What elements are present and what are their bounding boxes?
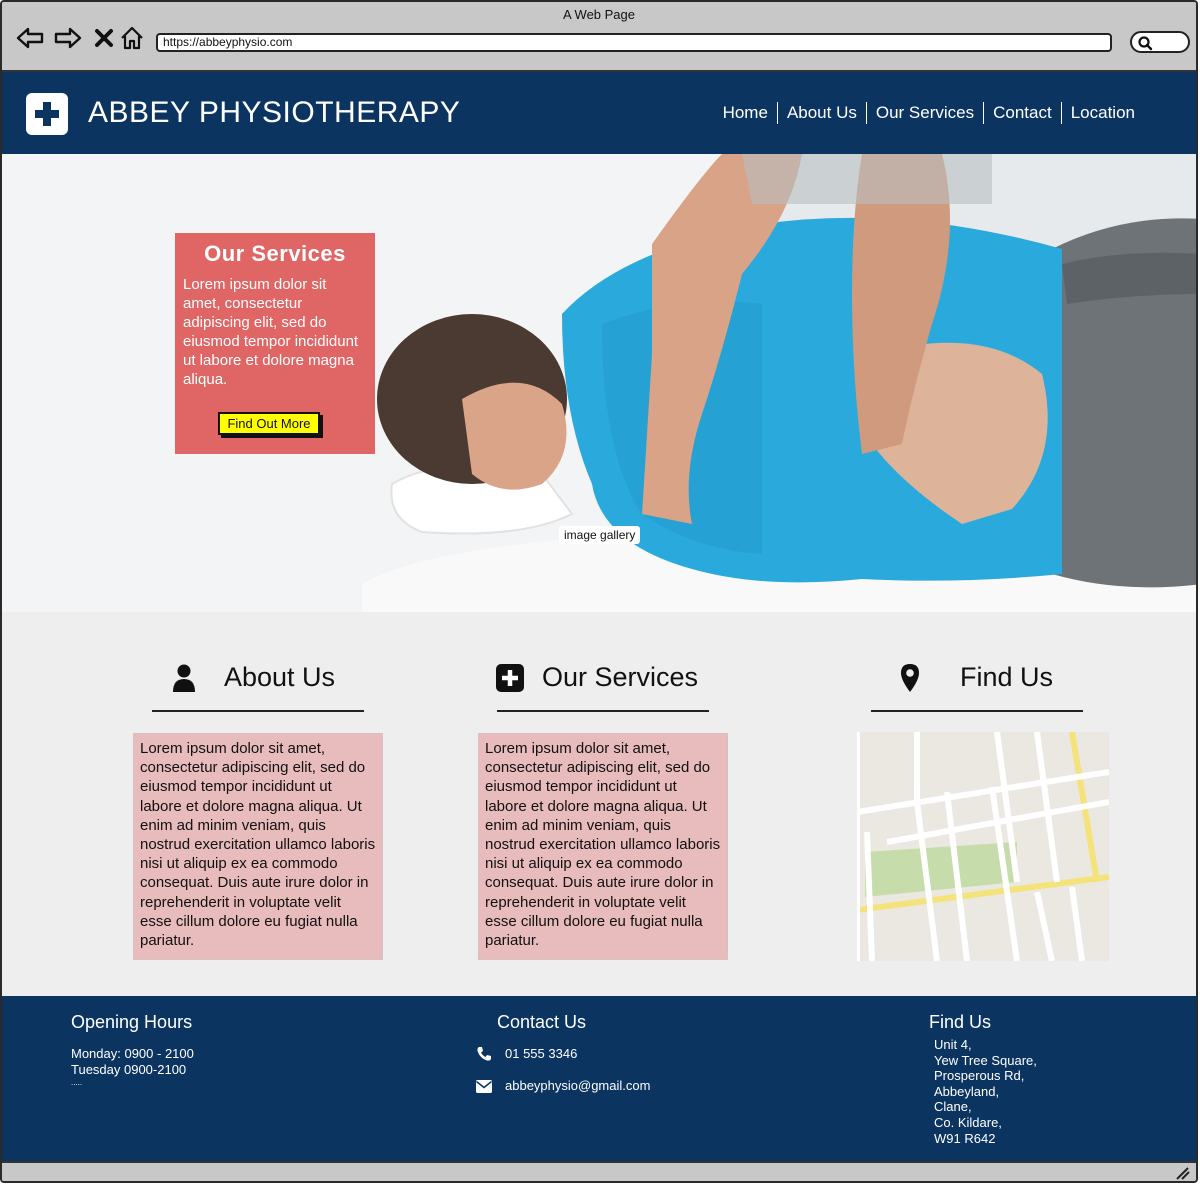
window-title: A Web Page <box>562 7 636 22</box>
our-services-divider <box>497 710 709 712</box>
back-arrow-icon[interactable] <box>16 24 44 52</box>
address-line: Clane, <box>934 1099 972 1115</box>
plus-square-icon <box>496 663 524 692</box>
close-icon[interactable] <box>90 24 118 52</box>
our-services-text: Lorem ipsum dolor sit amet, consectetur … <box>478 733 728 960</box>
address-line: Prosperous Rd, <box>934 1068 1025 1084</box>
main-nav: Home About Us Our Services Contact Locat… <box>714 102 1144 124</box>
map-pin-icon <box>900 663 920 693</box>
find-us-divider <box>871 710 1083 712</box>
nav-about-us[interactable]: About Us <box>778 103 866 124</box>
find-us-title: Find Us <box>960 662 1054 692</box>
address-block: Unit 4, Yew Tree Square, Prosperous Rd, … <box>934 1037 1037 1146</box>
hero-image-gallery[interactable]: image gallery Our Services Lorem ipsum d… <box>2 154 1196 612</box>
site-header: ABBEY PHYSIOTHERAPY Home About Us Our Se… <box>2 72 1196 154</box>
nav-location[interactable]: Location <box>1062 103 1144 124</box>
contact-us-title: Contact Us <box>497 1012 587 1032</box>
find-us-heading: Find Us <box>900 662 1053 693</box>
contact-phone-number: 01 555 3346 <box>505 1046 578 1061</box>
nav-our-services[interactable]: Our Services <box>867 103 983 124</box>
phone-icon <box>476 1046 492 1062</box>
about-us-heading: About Us <box>172 662 335 693</box>
search-icon <box>1137 35 1153 56</box>
envelope-icon <box>476 1079 492 1093</box>
browser-chrome: A Web Page https://abbeyphysio.com <box>2 2 1196 72</box>
address-line: Abbeyland, <box>934 1083 1000 1099</box>
services-promo-card: Our Services Lorem ipsum dolor sit amet,… <box>175 233 375 454</box>
about-us-text: Lorem ipsum dolor sit amet, consectetur … <box>133 733 383 960</box>
resize-handle-icon[interactable] <box>1174 1166 1190 1181</box>
forward-arrow-icon[interactable] <box>54 24 82 52</box>
user-icon <box>172 663 196 693</box>
address-line: Unit 4, <box>934 1037 972 1052</box>
contact-email[interactable]: abbeyphysio@gmail.com <box>476 1078 650 1094</box>
address-line: Yew Tree Square, <box>934 1052 1037 1068</box>
nav-home[interactable]: Home <box>714 103 777 124</box>
hours-line: Monday: 0900 - 2100 <box>71 1046 194 1061</box>
location-map[interactable] <box>857 732 1109 961</box>
opening-hours-list: Monday: 0900 - 2100 Tuesday 0900-2100 ..… <box>71 1046 194 1088</box>
nav-contact[interactable]: Contact <box>984 103 1061 124</box>
find-out-more-button[interactable]: Find Out More <box>218 412 320 435</box>
about-us-title: About Us <box>224 662 336 692</box>
image-gallery-label: image gallery <box>559 526 641 544</box>
contact-email-address: abbeyphysio@gmail.com <box>505 1078 651 1093</box>
home-icon[interactable] <box>118 24 146 52</box>
site-footer: Opening Hours Monday: 0900 - 2100 Tuesda… <box>2 996 1196 1161</box>
address-line: W91 R642 <box>934 1130 996 1146</box>
footer-find-us-title: Find Us <box>929 1012 992 1032</box>
opening-hours-title: Opening Hours <box>71 1012 193 1032</box>
url-input[interactable]: https://abbeyphysio.com <box>156 33 1112 52</box>
browser-window: A Web Page https://abbeyphysio.com ABBEY… <box>0 0 1198 1183</box>
about-us-divider <box>152 710 364 712</box>
hours-line: ..... <box>71 1078 83 1087</box>
site-brand[interactable]: ABBEY PHYSIOTHERAPY <box>88 96 460 130</box>
hours-line: Tuesday 0900-2100 <box>71 1062 187 1077</box>
plus-logo-icon[interactable] <box>26 93 68 135</box>
promo-card-text: Lorem ipsum dolor sit amet, consectetur … <box>183 276 359 388</box>
promo-card-title: Our Services <box>204 241 346 266</box>
our-services-heading: Our Services <box>496 662 698 693</box>
address-line: Co. Kildare, <box>934 1114 1002 1130</box>
browser-search-input[interactable] <box>1130 31 1190 53</box>
browser-status-bar <box>2 1161 1196 1181</box>
our-services-title: Our Services <box>542 662 699 692</box>
contact-phone[interactable]: 01 555 3346 <box>476 1046 577 1062</box>
